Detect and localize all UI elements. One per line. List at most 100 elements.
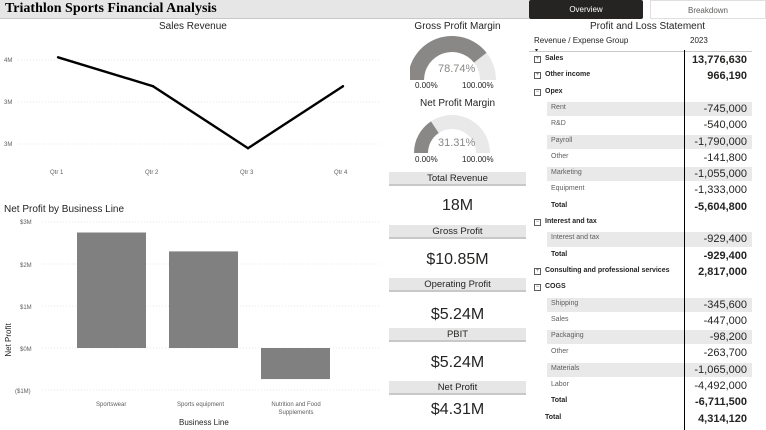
pl-row-label: Interest and tax [545, 218, 597, 225]
pl-row[interactable]: + Other income 966,190 [529, 68, 752, 84]
pl-row-label: Opex [545, 87, 563, 95]
pl-row-label: Equipment [551, 185, 585, 193]
kpi-value: $4.31M [430, 401, 485, 418]
expand-icon[interactable]: + [534, 56, 541, 63]
pl-column-divider [684, 50, 685, 430]
pl-row-value: -1,065,000 [694, 363, 747, 376]
expand-icon[interactable]: + [534, 267, 541, 275]
pl-row-value: -1,790,000 [694, 135, 747, 148]
pl-row-value: -98,200 [709, 331, 747, 344]
pl-row-label: Interest and tax [551, 234, 600, 242]
pl-row-value: 966,190 [707, 70, 747, 83]
pl-row: Total -5,604,800 [529, 199, 752, 215]
profit-y-axis-title: Net Profit [4, 323, 13, 357]
sales-y-tick: 4M [4, 58, 12, 64]
pl-row: Marketing -1,055,000 [529, 166, 752, 182]
pl-row[interactable]: − Opex [529, 85, 752, 101]
pl-row-value: -929,400 [703, 233, 747, 246]
pl-row: Total 4,314,120 [529, 411, 752, 427]
sales-x-tick: Qtr 4 [334, 170, 348, 176]
pl-row: Payroll -1,790,000 [529, 134, 752, 150]
pl-row-value: -1,055,000 [694, 168, 747, 181]
pl-row: Packaging -98,200 [529, 329, 752, 345]
pl-row-value: 13,776,630 [691, 54, 747, 66]
pl-row-value: -5,604,800 [694, 200, 747, 213]
pl-row[interactable]: − COGS [529, 280, 752, 296]
pl-row: Other -263,700 [529, 345, 752, 361]
profit-y-tick: $1M [20, 305, 32, 311]
pl-row: Sales -447,000 [529, 313, 752, 329]
pl-row-label: Total [551, 201, 568, 209]
profit-x-tick: Sportswear [96, 402, 126, 408]
pl-row: Total -6,711,500 [529, 394, 752, 410]
kpi-value: $5.24M [430, 354, 485, 371]
tab-breakdown[interactable]: Breakdown [650, 0, 766, 19]
collapse-icon[interactable]: − [534, 88, 541, 96]
expand-icon[interactable]: + [534, 72, 541, 80]
profit-bar[interactable] [261, 348, 330, 380]
pl-row-label: COGS [545, 283, 566, 291]
sales-point[interactable] [341, 85, 345, 88]
pl-column-header[interactable]: Revenue / Expense Group [534, 36, 628, 45]
pl-row-value: -263,700 [703, 347, 747, 360]
gauge-min: 0.00% [415, 155, 438, 164]
pl-row: Other -141,800 [529, 150, 752, 166]
pl-row: Labor -4,492,000 [529, 378, 752, 394]
sales-point[interactable] [246, 147, 250, 150]
gauge-title: Net Profit Margin [419, 98, 496, 109]
pl-row-value: -540,000 [703, 119, 747, 132]
kpi-label: Gross Profit [389, 225, 526, 239]
sales-x-tick: Qtr 3 [240, 170, 254, 176]
pl-row-value: 2,817,000 [698, 265, 747, 278]
pl-row: Materials -1,065,000 [529, 362, 752, 378]
pl-row-value: -1,333,000 [694, 184, 747, 197]
pl-row-value: -345,600 [703, 298, 747, 311]
pl-row[interactable]: + Sales 13,776,630 [529, 52, 752, 68]
sales-y-tick: 3M [4, 100, 12, 106]
pl-row-value: -447,000 [703, 314, 747, 327]
sales-y-tick: 3M [4, 142, 12, 148]
sales-series-line[interactable] [57, 56, 344, 150]
sales-x-tick: Qtr 2 [145, 170, 159, 176]
pl-row-label: Labor [551, 381, 569, 388]
pl-row-label: Rent [551, 103, 566, 111]
gauge-title: Gross Profit Margin [414, 21, 501, 32]
pl-row-label: Sales [551, 315, 569, 323]
profit-bar-chart[interactable]: $3M $2M $1M $0M ($1M) Sportswear Sports … [0, 214, 385, 430]
tab-overview[interactable]: Overview [529, 0, 643, 19]
pl-row-label: Total [551, 397, 568, 405]
profit-y-tick: ($1M) [15, 389, 31, 395]
pl-row[interactable]: + Consulting and professional services 2,8… [529, 264, 752, 280]
profit-bar[interactable] [77, 232, 146, 349]
pl-row-label: Consulting and professional services [545, 266, 670, 274]
profit-y-tick: $0M [20, 347, 32, 353]
scrollbar[interactable] [752, 52, 766, 430]
pl-row[interactable]: − Interest and tax [529, 215, 752, 231]
pl-row-label: Sales [545, 55, 564, 62]
pl-row: Shipping -345,600 [529, 297, 752, 313]
sales-line-chart[interactable]: 4M 3M 3M Qtr 1 Qtr 2 Qtr 3 Qtr 4 [0, 30, 385, 190]
gauge-max: 100.00% [462, 81, 494, 90]
pl-row-label: Shipping [551, 299, 579, 307]
report-title: Triathlon Sports Financial Analysis [5, 1, 217, 16]
kpi-value: 18M [441, 197, 474, 214]
pl-row: Total -929,400 [529, 248, 752, 264]
kpi-label: Total Revenue [389, 172, 526, 186]
kpi-value: $5.24M [430, 306, 485, 323]
pl-row-value: -141,800 [703, 151, 747, 164]
sales-point[interactable] [56, 56, 60, 59]
profit-x-tick: Sports equipment [177, 402, 224, 408]
pl-row: R&D -540,000 [529, 117, 752, 133]
collapse-icon[interactable]: − [534, 219, 541, 226]
pl-column-header[interactable]: 2023 [690, 36, 708, 45]
profit-y-tick: $2M [20, 263, 32, 269]
collapse-icon[interactable]: − [534, 284, 541, 292]
pl-row-label: Total [545, 413, 562, 421]
sales-x-tick: Qtr 1 [50, 170, 64, 176]
pl-row-label: Other [551, 152, 569, 160]
pl-row-value: 4,314,120 [698, 412, 747, 425]
pl-row-label: R&D [551, 120, 566, 128]
pl-row-value: -745,000 [703, 102, 747, 115]
profit-bar[interactable] [169, 251, 238, 348]
sales-point[interactable] [151, 85, 155, 88]
